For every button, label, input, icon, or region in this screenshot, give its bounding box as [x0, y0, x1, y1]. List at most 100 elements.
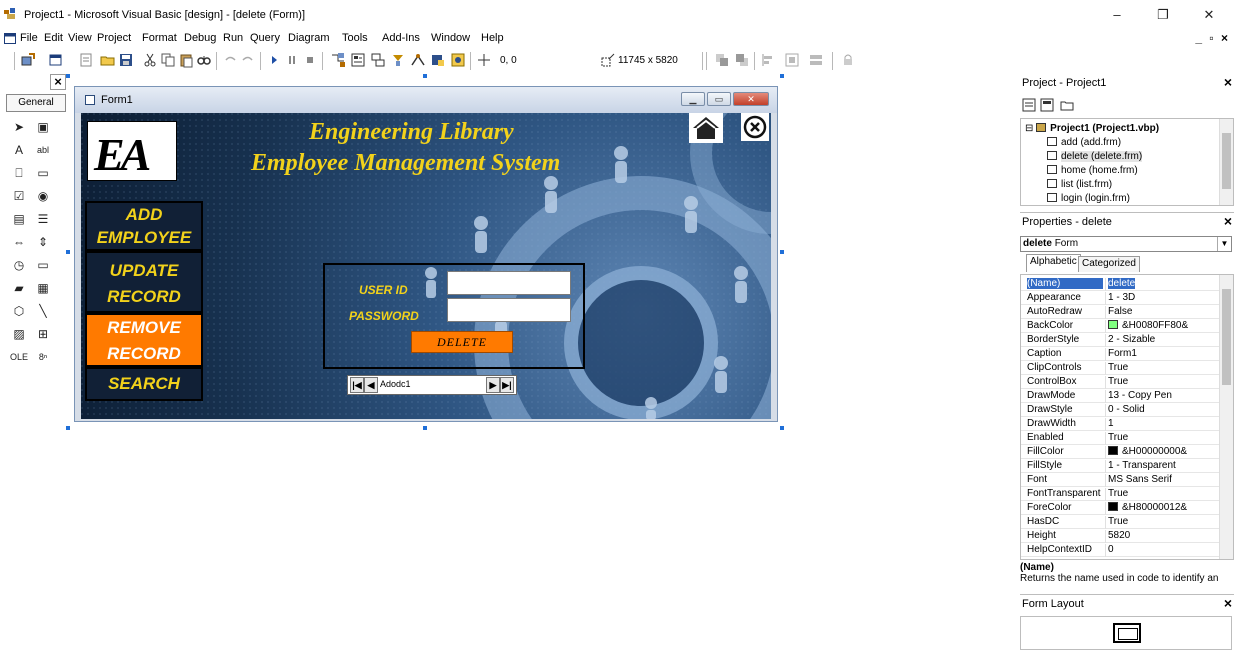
project-file-node[interactable]: delete (delete.frm) — [1047, 151, 1143, 162]
menu-run[interactable]: Run — [223, 32, 243, 44]
save-project-icon[interactable] — [118, 52, 134, 68]
property-value-cell[interactable]: MS Sans Serif — [1105, 474, 1172, 487]
property-value-cell[interactable]: &H80000012& — [1105, 502, 1187, 515]
bring-to-front-icon[interactable] — [714, 52, 730, 68]
property-row[interactable]: AutoRedraw False — [1021, 305, 1219, 319]
open-project-icon[interactable] — [100, 52, 116, 68]
listbox-tool-icon[interactable]: ☰ — [34, 210, 52, 228]
maximize-button[interactable]: ❐ — [1148, 6, 1178, 24]
menu-edit[interactable]: Edit — [44, 32, 63, 44]
cut-icon[interactable] — [142, 52, 158, 68]
properties-scrollbar[interactable] — [1219, 275, 1233, 559]
menu-project[interactable]: Project — [97, 32, 131, 44]
menu-file[interactable]: File — [20, 32, 38, 44]
view-object-icon[interactable] — [1040, 98, 1054, 112]
project-file-node[interactable]: home (home.frm) — [1047, 165, 1138, 176]
close-button[interactable]: ✕ — [1194, 6, 1224, 24]
shape-tool-icon[interactable]: ⬡ — [10, 302, 28, 320]
adodc-control[interactable]: |◀ ◀ Adodc1 ▶ ▶| — [347, 375, 517, 395]
property-row[interactable]: ControlBox True — [1021, 375, 1219, 389]
align-icon[interactable] — [760, 52, 776, 68]
move-previous-icon[interactable]: ◀ — [364, 377, 378, 393]
home-icon[interactable] — [689, 113, 723, 143]
timer-tool-icon[interactable]: ◷ — [10, 256, 28, 274]
menu-format[interactable]: Format — [142, 32, 177, 44]
picturebox-tool-icon[interactable]: ▣ — [34, 118, 52, 136]
start-icon[interactable] — [266, 52, 282, 68]
move-next-icon[interactable]: ▶ — [486, 377, 500, 393]
property-value-cell[interactable]: True — [1105, 362, 1128, 375]
toolbox-close-button[interactable]: × — [50, 74, 66, 90]
project-tree-scrollbar[interactable] — [1219, 119, 1233, 205]
property-row[interactable]: HasDC True — [1021, 515, 1219, 529]
commandbutton-tool-icon[interactable]: ▭ — [34, 164, 52, 182]
pointer-tool-icon[interactable]: ➤ — [10, 118, 28, 136]
form-caption-bar[interactable]: Form1 ▁ ▭ ✕ — [75, 87, 777, 113]
property-value-cell[interactable]: 0 — [1105, 544, 1114, 557]
monitor-icon[interactable] — [1113, 623, 1141, 643]
add-project-icon[interactable] — [20, 52, 36, 68]
menu-editor-icon[interactable] — [78, 52, 94, 68]
password-input[interactable] — [447, 298, 571, 322]
center-align-icon[interactable] — [784, 52, 800, 68]
menu-tools[interactable]: Tools — [342, 32, 368, 44]
property-value-cell[interactable]: &H0080FF80& — [1105, 320, 1188, 333]
resize-handle[interactable] — [423, 74, 427, 78]
break-icon[interactable] — [284, 52, 300, 68]
project-explorer-icon[interactable] — [330, 52, 346, 68]
user-id-input[interactable] — [447, 271, 571, 295]
property-row[interactable]: (Name) delete — [1021, 277, 1219, 291]
adodc-tool-icon[interactable]: 8ⁿ — [34, 348, 52, 366]
project-root-node[interactable]: ⊟ Project1 (Project1.vbp) — [1025, 123, 1159, 134]
toolbox-general-tab[interactable]: General — [6, 94, 66, 112]
lock-controls-icon[interactable] — [840, 52, 856, 68]
form-close-button[interactable]: ✕ — [733, 92, 769, 106]
frame-tool-icon[interactable]: ⎕ — [10, 164, 28, 182]
properties-close-button[interactable]: × — [1224, 214, 1232, 228]
tab-alphabetic[interactable]: Alphabetic — [1026, 254, 1081, 272]
form-layout-icon[interactable] — [370, 52, 386, 68]
drivelistbox-tool-icon[interactable]: ▭ — [34, 256, 52, 274]
data-view-icon[interactable] — [430, 52, 446, 68]
form-mdi-icon[interactable] — [4, 33, 16, 44]
undo-icon[interactable] — [222, 52, 238, 68]
project-explorer-close-button[interactable]: × — [1224, 75, 1232, 89]
redo-icon[interactable] — [240, 52, 256, 68]
property-row[interactable]: DrawStyle 0 - Solid — [1021, 403, 1219, 417]
resize-handle[interactable] — [66, 74, 70, 78]
form-maximize-button[interactable]: ▭ — [707, 92, 731, 106]
line-tool-icon[interactable]: ╲ — [34, 302, 52, 320]
property-value-cell[interactable]: 1 - 3D — [1105, 292, 1135, 305]
view-code-icon[interactable] — [1022, 98, 1036, 112]
resize-handle[interactable] — [780, 426, 784, 430]
property-value-cell[interactable]: 5820 — [1105, 530, 1130, 543]
minimize-button[interactable]: – — [1102, 6, 1132, 24]
filelistbox-tool-icon[interactable]: ▦ — [34, 279, 52, 297]
property-row[interactable]: FillStyle 1 - Transparent — [1021, 459, 1219, 473]
property-value-cell[interactable]: delete — [1105, 278, 1136, 291]
menu-query[interactable]: Query — [250, 32, 280, 44]
send-to-back-icon[interactable] — [734, 52, 750, 68]
toggle-folders-icon[interactable] — [1060, 98, 1074, 112]
textbox-tool-icon[interactable]: abl — [34, 141, 52, 159]
chevron-down-icon[interactable]: ▼ — [1217, 237, 1231, 251]
property-value-cell[interactable]: True — [1105, 516, 1128, 529]
form-minimize-button[interactable]: ▁ — [681, 92, 705, 106]
resize-handle[interactable] — [780, 250, 784, 254]
property-row[interactable]: Height 5820 — [1021, 529, 1219, 543]
exit-icon[interactable] — [741, 113, 769, 141]
property-value-cell[interactable]: Form1 — [1105, 348, 1137, 361]
project-file-node[interactable]: list (list.frm) — [1047, 179, 1112, 190]
project-file-node[interactable]: add (add.frm) — [1047, 137, 1121, 148]
property-row[interactable]: FontTransparent True — [1021, 487, 1219, 501]
property-value-cell[interactable]: True — [1105, 432, 1128, 445]
property-row[interactable]: Caption Form1 — [1021, 347, 1219, 361]
property-row[interactable]: BackColor &H0080FF80& — [1021, 319, 1219, 333]
add-form-icon[interactable] — [48, 52, 64, 68]
property-value-cell[interactable]: &H00000000& — [1105, 446, 1187, 459]
move-first-icon[interactable]: |◀ — [350, 377, 364, 393]
property-value-cell[interactable]: 1 - Transparent — [1105, 460, 1176, 473]
hscrollbar-tool-icon[interactable]: ⇔ — [10, 233, 28, 251]
ole-tool-icon[interactable]: OLE — [10, 348, 28, 366]
update-record-button[interactable]: UPDATE RECORD — [85, 251, 203, 313]
